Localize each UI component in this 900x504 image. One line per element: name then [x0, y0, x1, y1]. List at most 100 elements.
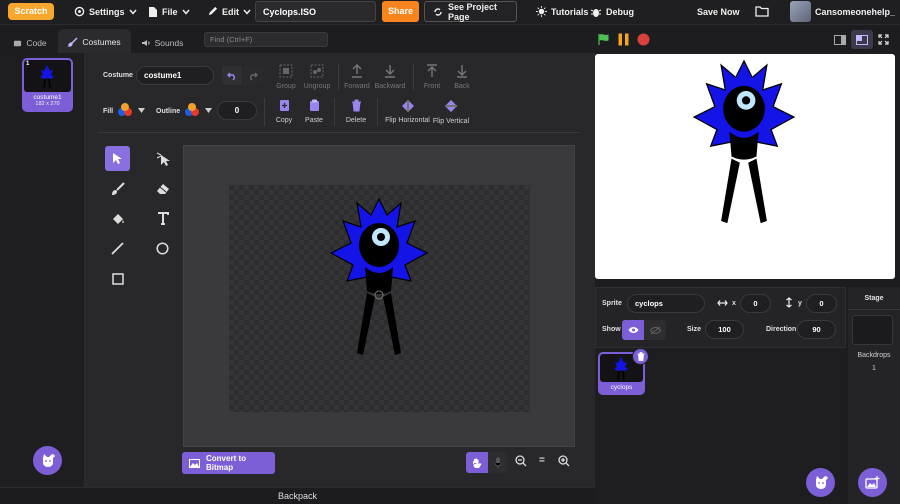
direction-input[interactable]: 90 — [797, 320, 836, 339]
paint-canvas[interactable] — [229, 185, 530, 412]
backdrops-label: Backdrops — [857, 352, 891, 359]
copy-icon — [279, 99, 290, 112]
small-stage-icon — [834, 34, 846, 45]
edit-menu[interactable]: Edit — [207, 6, 251, 17]
my-stuff-folder-icon[interactable] — [755, 5, 769, 17]
costume-name-input[interactable]: costume1 — [136, 66, 214, 85]
flip-horizontal-button[interactable]: Flip Horizontal — [385, 99, 430, 124]
debug-button[interactable]: Debug — [590, 6, 634, 18]
flip-vertical-icon — [445, 99, 457, 113]
tab-code-label: Code — [26, 38, 47, 48]
outline-color-picker[interactable] — [184, 102, 212, 118]
pencil-icon — [207, 6, 218, 17]
front-label: Front — [423, 83, 441, 90]
reshape-tool[interactable] — [150, 146, 175, 171]
redo-button[interactable] — [243, 66, 263, 85]
save-now-button[interactable]: Save Now — [697, 7, 740, 17]
share-button[interactable]: Share — [382, 1, 419, 22]
find-input[interactable]: Find (Ctrl+F) — [204, 32, 328, 47]
choose-costume-button[interactable] — [33, 446, 62, 475]
bitmap-mode-button[interactable] — [488, 452, 507, 473]
toolbar-separator — [98, 132, 580, 133]
settings-menu[interactable]: Settings — [74, 6, 137, 17]
fill-tool[interactable] — [105, 206, 130, 231]
vector-mode-button[interactable] — [466, 452, 488, 473]
toolbar-divider — [377, 98, 378, 126]
green-flag-icon[interactable] — [597, 33, 610, 46]
direction-label: Direction — [766, 326, 797, 333]
file-menu[interactable]: File — [148, 6, 190, 18]
choose-sprite-button[interactable] — [806, 468, 835, 497]
group-button[interactable]: Group — [273, 64, 299, 90]
small-stage-button[interactable] — [829, 30, 851, 49]
tab-sounds[interactable]: Sounds — [134, 31, 190, 55]
circle-tool[interactable] — [150, 236, 175, 261]
choose-backdrop-button[interactable] — [858, 468, 887, 497]
flip-horizontal-icon — [401, 100, 415, 112]
see-project-page-button[interactable]: See Project Page — [424, 1, 517, 22]
costume-tile[interactable]: 1 costume1 182 x 270 — [22, 58, 73, 112]
large-stage-icon — [856, 34, 868, 45]
scratch-logo[interactable]: Scratch — [8, 3, 54, 20]
brush-tool[interactable] — [105, 176, 130, 201]
paste-button[interactable]: Paste — [301, 99, 327, 124]
costume-number: 1 — [26, 61, 30, 67]
tab-costumes[interactable]: Costumes — [58, 29, 131, 55]
zoom-reset-button[interactable]: = — [539, 455, 545, 466]
y-input[interactable]: 0 — [806, 294, 837, 313]
sprite-label: Sprite — [602, 300, 622, 307]
sprite-name-input[interactable]: cyclops — [627, 294, 705, 313]
username[interactable]: Cansomeonehelp_ — [815, 7, 895, 17]
cyclops-sprite-on-stage — [692, 59, 796, 224]
stop-icon[interactable] — [637, 33, 650, 46]
back-button[interactable]: Back — [450, 64, 474, 90]
ungroup-button[interactable]: Ungroup — [303, 64, 331, 90]
forward-button[interactable]: Forward — [343, 64, 371, 90]
rectangle-tool[interactable] — [105, 266, 130, 291]
chevron-down-icon — [128, 9, 137, 15]
delete-sprite-button[interactable] — [632, 348, 649, 365]
zoom-out-icon — [515, 455, 527, 467]
tab-sounds-label: Sounds — [154, 38, 184, 48]
stage-canvas[interactable] — [595, 54, 895, 279]
pause-icon[interactable] — [617, 33, 630, 46]
outline-width-input[interactable]: 0 — [217, 101, 257, 120]
image-icon — [189, 458, 200, 468]
size-input[interactable]: 100 — [705, 320, 744, 339]
backward-label: Backward — [374, 83, 406, 90]
flip-vertical-button[interactable]: Flip Vertical — [432, 99, 470, 125]
show-hidden-button[interactable] — [644, 320, 666, 340]
x-input[interactable]: 0 — [740, 294, 771, 313]
project-title-input[interactable]: Cyclops.ISO — [255, 1, 376, 22]
arrow-cursor-icon — [112, 152, 123, 165]
rectangle-icon — [111, 272, 124, 285]
zoom-out-button[interactable] — [515, 455, 527, 467]
backdrop-thumbnail[interactable] — [852, 315, 893, 345]
tutorials-button[interactable]: Tutorials — [536, 6, 588, 17]
edit-label: Edit — [222, 6, 239, 17]
delete-button[interactable]: Delete — [343, 99, 369, 124]
large-stage-button[interactable] — [851, 30, 873, 49]
redo-icon — [248, 72, 258, 80]
line-tool[interactable] — [105, 236, 130, 261]
costume-label: Costume — [103, 72, 133, 79]
tab-code[interactable]: Code — [4, 31, 56, 55]
avatar[interactable] — [790, 1, 811, 22]
speaker-icon — [141, 38, 151, 48]
text-tool[interactable] — [150, 206, 175, 231]
front-button[interactable]: Front — [420, 64, 444, 90]
fill-color-picker[interactable] — [117, 102, 145, 118]
undo-button[interactable] — [222, 66, 242, 85]
backdrops-count: 1 — [872, 365, 876, 372]
copy-button[interactable]: Copy — [272, 99, 296, 124]
show-visible-button[interactable] — [622, 320, 644, 340]
select-tool[interactable] — [105, 146, 130, 171]
backward-button[interactable]: Backward — [374, 64, 406, 90]
y-arrows-icon — [785, 297, 793, 308]
x-label: x — [732, 300, 736, 307]
backpack-bar[interactable]: Backpack — [0, 487, 595, 504]
fullscreen-button[interactable] — [878, 34, 889, 45]
convert-to-bitmap-button[interactable]: Convert to Bitmap — [182, 452, 275, 474]
zoom-in-button[interactable] — [558, 455, 570, 467]
eraser-tool[interactable] — [150, 176, 175, 201]
